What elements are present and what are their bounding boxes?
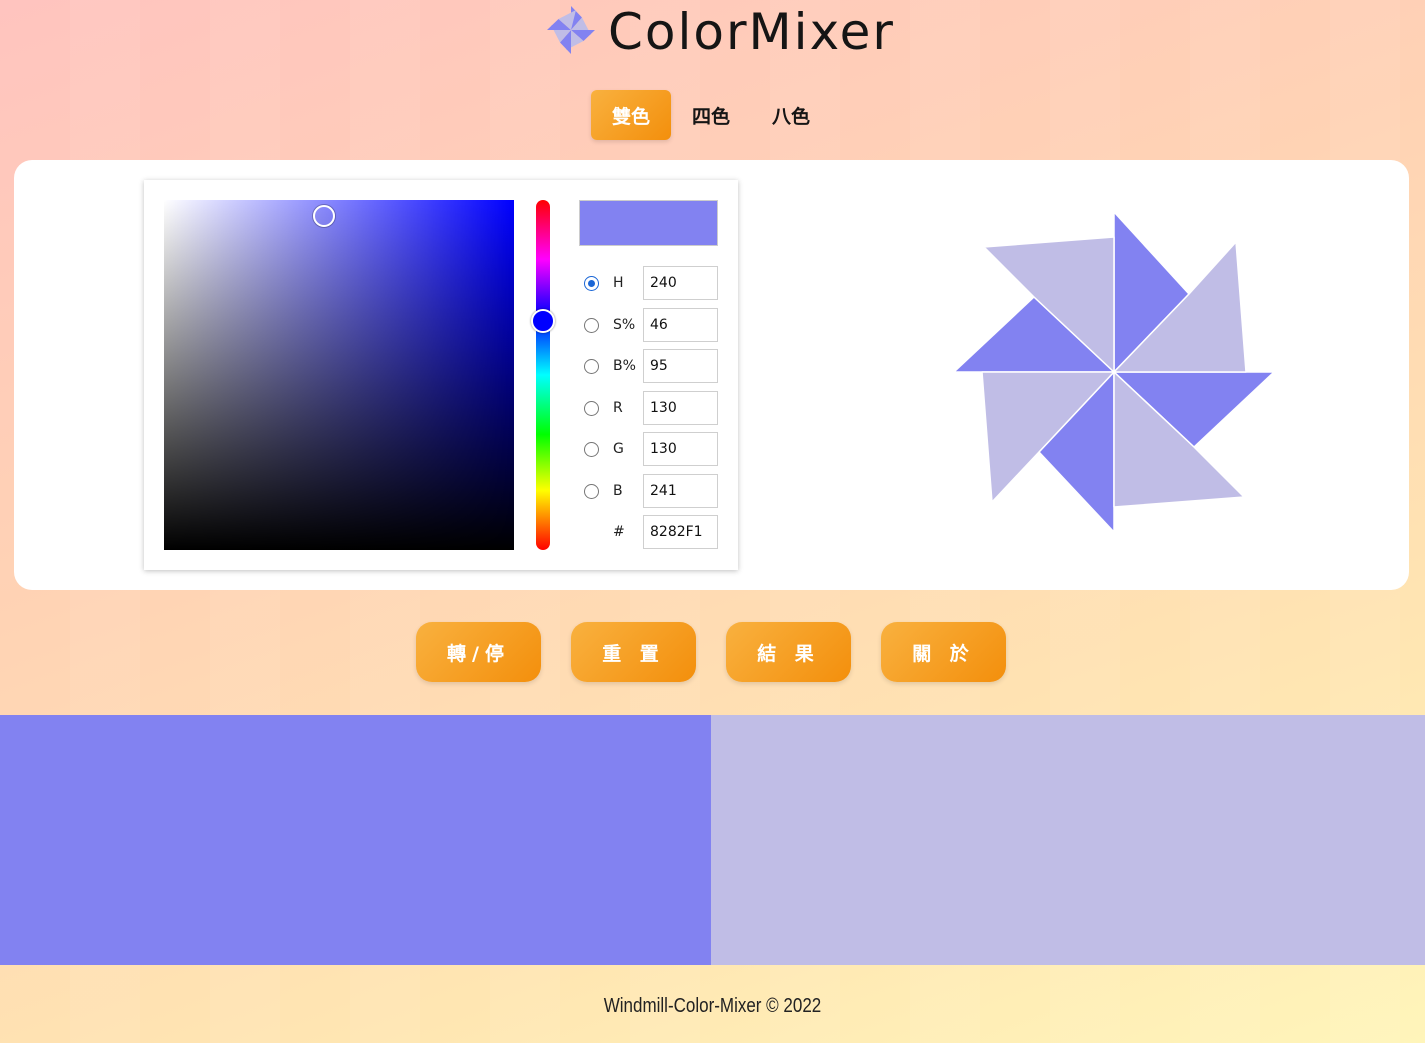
field-label-b-percent: B% bbox=[613, 358, 636, 374]
action-bar: 轉/停 重 置 結 果 關 於 bbox=[416, 622, 1006, 682]
result-button[interactable]: 結 果 bbox=[726, 622, 851, 682]
about-button[interactable]: 關 於 bbox=[881, 622, 1006, 682]
radio-b-percent[interactable] bbox=[584, 359, 599, 374]
reset-button[interactable]: 重 置 bbox=[571, 622, 696, 682]
field-hex: # 8282F1 bbox=[579, 515, 719, 549]
color-preview bbox=[579, 200, 718, 246]
input-b[interactable]: 241 bbox=[643, 473, 718, 508]
field-label-h: H bbox=[613, 275, 624, 291]
windmill-preview[interactable] bbox=[944, 202, 1284, 542]
field-g: G 130 bbox=[579, 432, 719, 466]
saturation-brightness-area[interactable] bbox=[164, 200, 514, 550]
radio-h[interactable] bbox=[584, 276, 599, 291]
color-swatch-secondary bbox=[711, 715, 1425, 965]
field-label-hex: # bbox=[613, 524, 625, 540]
input-s[interactable]: 46 bbox=[643, 307, 718, 342]
field-label-s: S% bbox=[613, 316, 636, 333]
hue-slider-handle[interactable] bbox=[531, 309, 555, 333]
radio-s[interactable] bbox=[584, 317, 599, 333]
input-b-percent[interactable]: 95 bbox=[643, 349, 718, 383]
input-hex[interactable]: 8282F1 bbox=[643, 515, 718, 549]
field-label-b: B bbox=[613, 482, 623, 499]
windmill-icon bbox=[547, 6, 595, 54]
color-picker: H 240 S% 46 B% 95 R 130 G 130 B 241 # 82… bbox=[144, 180, 738, 570]
tab-two-color[interactable]: 雙色 bbox=[591, 90, 671, 140]
field-h: H 240 bbox=[579, 266, 719, 300]
color-swatch-primary bbox=[0, 715, 711, 965]
hue-slider[interactable] bbox=[536, 200, 550, 550]
header: ColorMixer bbox=[0, 0, 1425, 64]
spin-stop-button[interactable]: 轉/停 bbox=[416, 622, 541, 682]
app-title: ColorMixer bbox=[608, 3, 895, 61]
field-r: R 130 bbox=[579, 390, 719, 425]
mode-tabs: 雙色 四色 八色 bbox=[591, 90, 831, 140]
saturation-brightness-handle[interactable] bbox=[313, 205, 335, 227]
field-label-g: G bbox=[613, 441, 624, 457]
field-b-percent: B% 95 bbox=[579, 349, 719, 383]
footer-copyright: Windmill-Color-Mixer © 2022 bbox=[603, 995, 822, 1017]
input-h[interactable]: 240 bbox=[643, 266, 718, 300]
field-s: S% 46 bbox=[579, 307, 719, 342]
input-g[interactable]: 130 bbox=[643, 432, 718, 466]
field-label-r: R bbox=[613, 399, 623, 416]
field-b: B 241 bbox=[579, 473, 719, 508]
input-r[interactable]: 130 bbox=[643, 390, 718, 425]
main-card: H 240 S% 46 B% 95 R 130 G 130 B 241 # 82… bbox=[14, 160, 1409, 590]
radio-b[interactable] bbox=[584, 483, 599, 499]
radio-g[interactable] bbox=[584, 442, 599, 457]
tab-eight-color[interactable]: 八色 bbox=[751, 90, 831, 140]
radio-r[interactable] bbox=[584, 400, 599, 416]
tab-four-color[interactable]: 四色 bbox=[671, 90, 751, 140]
windmill-blades bbox=[953, 211, 1275, 533]
